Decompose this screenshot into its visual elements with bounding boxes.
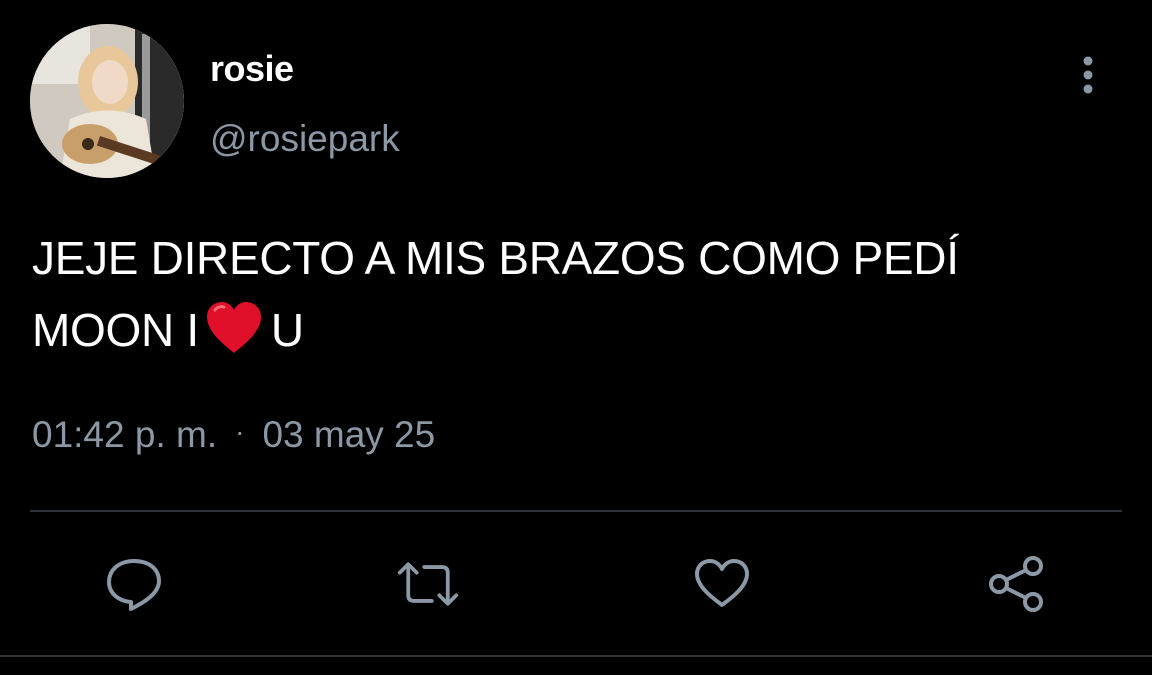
like-button[interactable] bbox=[690, 552, 754, 616]
display-name[interactable]: rosie bbox=[210, 48, 294, 90]
profile-photo-icon bbox=[30, 24, 184, 178]
share-button[interactable] bbox=[984, 552, 1048, 616]
avatar[interactable] bbox=[30, 24, 184, 178]
tweet-text-moon: MOON I bbox=[32, 304, 199, 356]
tweet-text-line-1: JEJE DIRECTO A MIS BRAZOS COMO PEDÍ bbox=[32, 232, 959, 284]
tweet-time: 01:42 p. m. bbox=[32, 414, 218, 455]
more-options-button[interactable] bbox=[1068, 52, 1108, 98]
tweet-text-u: U bbox=[270, 304, 304, 356]
red-heart-emoji-icon bbox=[206, 302, 261, 353]
retweet-icon bbox=[397, 562, 459, 606]
reply-button[interactable] bbox=[102, 552, 166, 616]
tweet-card: rosie @rosiepark JEJE DIRECTO A MIS BRAZ… bbox=[0, 0, 1152, 675]
retweet-button[interactable] bbox=[396, 552, 460, 616]
tweet-text-line-2: MOON I U bbox=[32, 294, 1112, 366]
divider bbox=[30, 510, 1122, 512]
tweet-text: JEJE DIRECTO A MIS BRAZOS COMO PEDÍ MOON… bbox=[32, 222, 1112, 366]
reply-icon bbox=[107, 559, 161, 611]
heart-icon bbox=[695, 559, 749, 607]
tweet-timestamp[interactable]: 01:42 p. m. · 03 may 25 bbox=[32, 414, 435, 456]
share-icon bbox=[989, 556, 1043, 612]
meta-separator: · bbox=[235, 416, 245, 447]
tweet-date: 03 may 25 bbox=[262, 414, 436, 455]
user-handle[interactable]: @rosiepark bbox=[210, 118, 400, 160]
bottom-divider bbox=[0, 655, 1152, 657]
more-vertical-icon bbox=[1083, 56, 1093, 94]
